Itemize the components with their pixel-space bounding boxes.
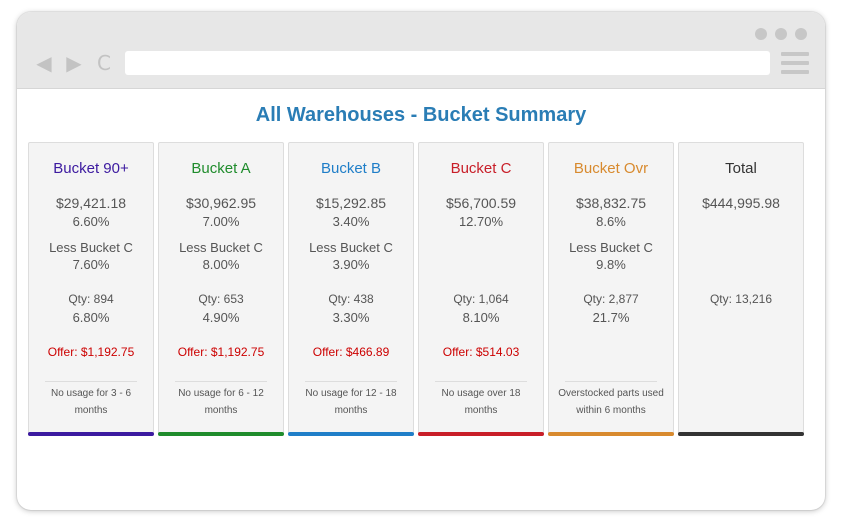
card-percent: 8.6% — [596, 214, 626, 229]
card-qty-percent: 21.7% — [592, 310, 630, 325]
card-footer: No usage for 12 - 18 months — [305, 388, 397, 416]
card-title: Bucket B — [320, 160, 382, 177]
less-bucket-label: Less Bucket C — [569, 240, 653, 255]
less-bucket-percent: 7.60% — [72, 257, 110, 272]
bucket-cards: Bucket 90+ $29,421.18 6.60% Less Bucket … — [28, 142, 804, 436]
forward-arrow-icon[interactable]: ▶ — [65, 52, 83, 74]
bucket-card: Bucket 90+ $29,421.18 6.60% Less Bucket … — [28, 142, 154, 436]
less-bucket-label: Less Bucket C — [179, 240, 263, 255]
less-bucket-percent: 8.00% — [202, 257, 240, 272]
window-controls — [755, 28, 807, 40]
card-percent: 3.40% — [332, 214, 370, 229]
card-color-bar — [548, 432, 674, 436]
card-title: Bucket A — [191, 160, 251, 177]
card-qty-percent: 8.10% — [462, 310, 500, 325]
card-title: Bucket Ovr — [573, 160, 649, 177]
card-color-bar — [28, 432, 154, 436]
less-bucket-percent: 3.90% — [332, 257, 370, 272]
card-qty: Qty: 13,216 — [709, 292, 773, 306]
card-percent: 7.00% — [202, 214, 240, 229]
card-amount: $30,962.95 — [185, 195, 257, 211]
card-color-bar — [158, 432, 284, 436]
offer-link[interactable]: Offer: $1,192.75 — [29, 345, 153, 359]
card-title: Bucket C — [450, 160, 512, 177]
card-footer: No usage over 18 months — [441, 388, 521, 416]
card-footer: No usage for 6 - 12 months — [178, 388, 264, 416]
offer-link[interactable]: Offer: $466.89 — [289, 345, 413, 359]
offer-link[interactable]: Offer: $514.03 — [419, 345, 543, 359]
window-dot-icon[interactable] — [755, 28, 767, 40]
card-color-bar — [678, 432, 804, 436]
bucket-card: Bucket C $56,700.59 12.70% Qty: 1,064 8.… — [418, 142, 544, 436]
card-qty: Qty: 894 — [68, 292, 114, 306]
card-amount: $38,832.75 — [575, 195, 647, 211]
less-bucket-label: Less Bucket C — [309, 240, 393, 255]
less-bucket-percent: 9.8% — [596, 257, 626, 272]
card-qty-percent: 4.90% — [202, 310, 240, 325]
card-amount: $29,421.18 — [55, 195, 127, 211]
total-card: Total $444,995.98 Qty: 13,216 — [678, 142, 804, 436]
card-qty: Qty: 438 — [328, 292, 374, 306]
browser-window: ◀ ▶ C All Warehouses - Bucket Summary Bu… — [17, 12, 825, 510]
card-title: Bucket 90+ — [53, 160, 129, 177]
bucket-card: Bucket B $15,292.85 3.40% Less Bucket C … — [288, 142, 414, 436]
bucket-card: Bucket A $30,962.95 7.00% Less Bucket C … — [158, 142, 284, 436]
divider — [45, 381, 137, 382]
card-qty: Qty: 2,877 — [583, 292, 639, 306]
card-color-bar — [418, 432, 544, 436]
address-bar[interactable] — [125, 51, 770, 75]
card-color-bar — [288, 432, 414, 436]
divider — [175, 381, 267, 382]
nav-buttons: ◀ ▶ C — [35, 52, 113, 74]
card-amount: $56,700.59 — [445, 195, 517, 211]
divider — [565, 381, 657, 382]
card-percent: 12.70% — [458, 214, 504, 229]
page-title: All Warehouses - Bucket Summary — [255, 104, 587, 126]
less-bucket-label: Less Bucket C — [49, 240, 133, 255]
card-qty-percent: 6.80% — [72, 310, 110, 325]
window-dot-icon[interactable] — [775, 28, 787, 40]
card-qty: Qty: 653 — [198, 292, 244, 306]
card-percent: 6.60% — [72, 214, 110, 229]
offer-link[interactable]: Offer: $1,192.75 — [159, 345, 283, 359]
bucket-card: Bucket Ovr $38,832.75 8.6% Less Bucket C… — [548, 142, 674, 436]
card-qty: Qty: 1,064 — [453, 292, 509, 306]
card-footer: Overstocked parts used within 6 months — [558, 388, 664, 416]
card-qty-percent: 3.30% — [332, 310, 370, 325]
reload-icon[interactable]: C — [95, 52, 113, 74]
card-footer: No usage for 3 - 6 months — [50, 388, 132, 416]
back-arrow-icon[interactable]: ◀ — [35, 52, 53, 74]
hamburger-menu-icon[interactable] — [781, 52, 809, 74]
divider — [435, 381, 527, 382]
divider — [305, 381, 397, 382]
browser-toolbar: ◀ ▶ C — [17, 12, 825, 89]
card-title: Total — [725, 160, 757, 177]
card-amount: $444,995.98 — [702, 195, 780, 211]
window-dot-icon[interactable] — [795, 28, 807, 40]
card-amount: $15,292.85 — [315, 195, 387, 211]
